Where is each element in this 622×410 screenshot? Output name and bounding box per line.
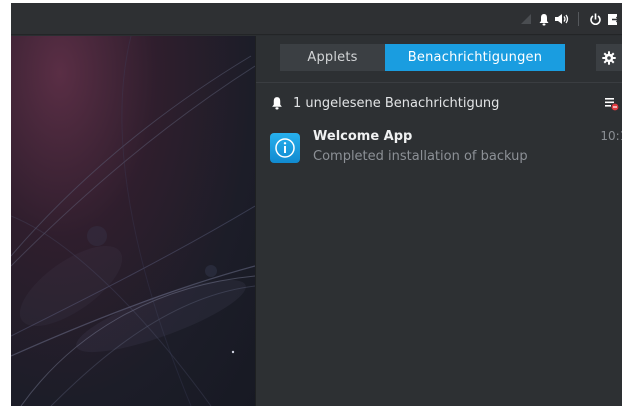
unread-count-text: 1 ungelesene Benachrichtigung [293,95,500,111]
notification-time: 10:15 [600,129,622,143]
top-panel [11,3,622,35]
clear-all-icon[interactable] [603,95,619,111]
system-tray [517,3,622,35]
unread-header: 1 ungelesene Benachrichtigung [270,91,622,115]
tab-notifications-label: Benachrichtigungen [407,50,543,65]
tab-applets[interactable]: Applets [280,44,385,71]
desktop-wallpaper [11,36,255,406]
panel-divider [256,82,622,83]
notification-panel: Applets Benachrichtigungen 1 ungelesene … [255,36,622,406]
notification-body: Completed installation of backup [313,149,528,164]
power-icon[interactable] [586,3,604,35]
tray-separator [578,12,579,26]
tab-notifications[interactable]: Benachrichtigungen [385,44,565,71]
network-icon[interactable] [517,3,535,35]
bell-icon[interactable] [535,3,553,35]
notification-title: Welcome App [313,129,413,144]
tab-applets-label: Applets [307,50,358,65]
settings-button[interactable] [596,44,622,71]
screen: Applets Benachrichtigungen 1 ungelesene … [11,3,622,406]
bell-icon [272,97,282,110]
notification-item[interactable]: Welcome App Completed installation of ba… [270,127,622,173]
volume-icon[interactable] [553,3,571,35]
panel-tabs: Applets Benachrichtigungen [280,44,565,71]
gear-icon [602,50,616,65]
logout-icon[interactable] [604,3,622,35]
info-icon [270,133,300,163]
